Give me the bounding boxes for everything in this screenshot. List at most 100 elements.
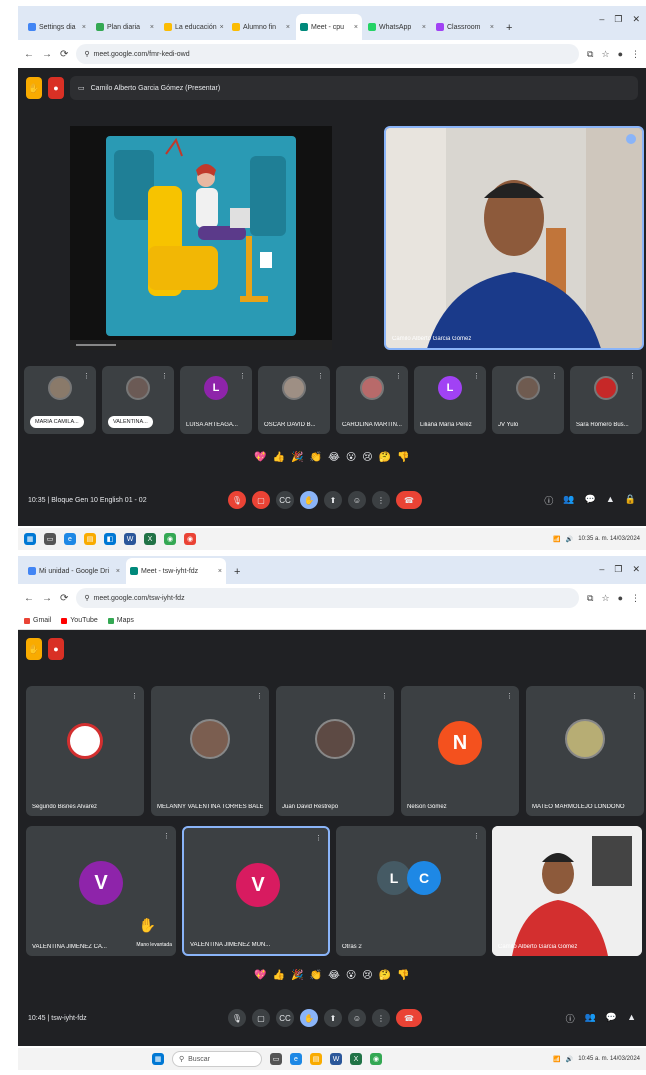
reaction-emoji-button[interactable]: 😮 [346,970,356,981]
tab-close-icon[interactable]: × [220,24,224,31]
edge-icon[interactable]: e [64,533,76,545]
participant-tile[interactable]: ⋮ Camilo Alberto Garcia Gómez [492,826,642,956]
word-icon[interactable]: W [330,1053,342,1065]
tab-close-icon[interactable]: × [354,24,358,31]
participant-tile[interactable]: ⋮ Segundo Bisnes Alvarez [26,686,144,816]
captions-icon[interactable]: CC [276,1009,294,1027]
bookmark-item[interactable]: Gmail [24,617,51,624]
tab-close-icon[interactable]: × [150,24,154,31]
minimize-icon[interactable]: – [599,564,604,575]
bookmark-item[interactable]: Maps [107,617,134,624]
windows-start-icon[interactable]: ▦ [24,533,36,545]
browser-tab[interactable]: Settings dia × [24,14,90,40]
forward-icon[interactable]: → [42,49,52,60]
people-icon[interactable]: 👥 [563,494,574,507]
cast-icon[interactable]: ⧉ [587,593,593,604]
windows-start-icon[interactable]: ▦ [152,1053,164,1065]
leave-call-icon[interactable]: ☎ [396,1009,422,1027]
present-icon[interactable]: ⬆ [324,1009,342,1027]
chrome-icon[interactable]: ◉ [164,533,176,545]
mic-off-icon[interactable]: 🎙 [228,491,246,509]
browser-tab[interactable]: Plan diaria × [92,14,158,40]
reaction-emoji-button[interactable]: 😂 [328,452,340,463]
excel-icon[interactable]: X [144,533,156,545]
more-options-icon[interactable]: ⋮ [372,1009,390,1027]
address-bar[interactable]: ⚲ meet.google.com/tsw-iyht-fdz [76,588,580,608]
chrome-icon[interactable]: ◉ [370,1053,382,1065]
reaction-emoji-button[interactable]: 🎉 [291,452,303,463]
participant-tile[interactable]: ⋮ JV Yulo [492,366,564,434]
participant-tile[interactable]: ⋮ CAROLINA MARTIN... [336,366,408,434]
browser-tab[interactable]: Mi unidad - Google Dri × [24,558,124,584]
edge-icon[interactable]: e [290,1053,302,1065]
reaction-emoji-button[interactable]: 💖 [254,970,266,981]
reaction-emoji-button[interactable]: 🤔 [379,970,391,981]
reaction-emoji-button[interactable]: 💖 [254,452,266,463]
task-view-icon[interactable]: ▭ [270,1053,282,1065]
back-icon[interactable]: ← [24,49,34,60]
raise-hand-icon[interactable]: ✋ [300,491,318,509]
volume-icon[interactable]: 🔊 [566,536,573,543]
recording-badge-icon[interactable]: ● [48,638,64,660]
browser-tab[interactable]: Meet - cpu × [296,14,362,40]
more-options-icon[interactable]: ⋮ [372,491,390,509]
participant-tile[interactable]: ⋮ Juan David Restrepo [276,686,394,816]
browser-tab[interactable]: La educación × [160,14,226,40]
folder-icon[interactable]: ▤ [310,1053,322,1065]
recording-badge-icon[interactable]: ● [48,77,64,99]
extensions-icon[interactable]: ⧉ [587,49,593,60]
emoji-icon[interactable]: ☺ [348,1009,366,1027]
info-icon[interactable]: ⓘ [544,494,553,507]
profile-icon[interactable]: ● [618,593,623,604]
reaction-emoji-button[interactable]: 🎉 [291,970,303,981]
reload-icon[interactable]: ⟳ [60,593,68,604]
new-tab-button[interactable]: + [228,566,246,584]
participant-tile[interactable]: ⋮ MELANNY VALENTINA TORRES BALE... [151,686,269,816]
back-icon[interactable]: ← [24,593,34,604]
hand-badge-icon[interactable]: ✋ [26,638,42,660]
presenter-video-tile[interactable]: Camilo Alberto Garcia Gómez [384,126,644,350]
browser-tab[interactable]: WhatsApp × [364,14,430,40]
menu-kebab-icon[interactable]: ⋮ [631,593,640,604]
tab-close-icon[interactable]: × [116,568,120,575]
reload-icon[interactable]: ⟳ [60,49,68,60]
reaction-emoji-button[interactable]: 😢 [362,970,372,981]
tab-close-icon[interactable]: × [82,24,86,31]
present-icon[interactable]: ⬆ [324,491,342,509]
participant-tile[interactable]: L ⋮ Liliana María Pérez [414,366,486,434]
camera-icon[interactable]: ▢ [252,1009,270,1027]
tab-close-icon[interactable]: × [422,24,426,31]
reaction-emoji-button[interactable]: 😢 [362,452,372,463]
clock[interactable]: 10:35 a. m. 14/03/2024 [578,536,640,542]
reaction-emoji-button[interactable]: 👍 [273,970,285,981]
minimize-icon[interactable]: – [599,14,604,25]
wifi-icon[interactable]: 📶 [553,536,560,543]
reaction-emoji-button[interactable]: 😂 [328,970,340,981]
folder-icon[interactable]: ▤ [84,533,96,545]
taskbar-search[interactable]: ⚲ Buscar [172,1051,262,1067]
browser-tab[interactable]: Alumno fin × [228,14,294,40]
tab-close-icon[interactable]: × [490,24,494,31]
emoji-icon[interactable]: ☺ [348,491,366,509]
participant-tile[interactable]: ⋮ MARIA CAMILA... [24,366,96,434]
reaction-emoji-button[interactable]: 😮 [346,452,356,463]
forward-icon[interactable]: → [42,593,52,604]
participant-tile[interactable]: ⋮ VALENTINA... [102,366,174,434]
new-tab-button[interactable]: + [500,22,518,40]
menu-kebab-icon[interactable]: ⋮ [631,49,640,60]
bookmark-item[interactable]: YouTube [61,617,98,624]
participant-tile[interactable]: N ⋮ Nelson Gómez [401,686,519,816]
clock[interactable]: 10:45 a. m. 14/03/2024 [578,1056,640,1062]
camera-off-icon[interactable]: ▢ [252,491,270,509]
tab-close-icon[interactable]: × [286,24,290,31]
participant-tile[interactable]: ⋮ OSCAR DAVID B... [258,366,330,434]
chrome-alt-icon[interactable]: ◉ [184,533,196,545]
store-icon[interactable]: ◧ [104,533,116,545]
activities-icon[interactable]: ▲ [627,1012,636,1025]
chat-icon[interactable]: 💬 [606,1012,617,1025]
close-window-icon[interactable]: ✕ [632,14,640,25]
site-info-icon[interactable]: ⚲ [84,594,89,602]
tab-close-icon[interactable]: × [218,568,222,575]
browser-tab[interactable]: Meet - tsw-iyht-fdz × [126,558,226,584]
reaction-emoji-button[interactable]: 👏 [310,452,322,463]
